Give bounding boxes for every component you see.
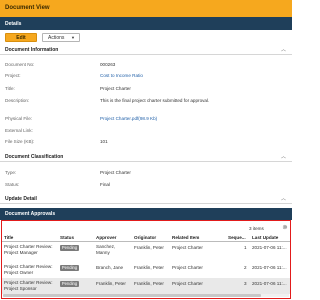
field-value: This is the final project charter submit… (100, 98, 210, 103)
cell-sequence: 3 (244, 281, 247, 286)
status-badge: Pending (60, 281, 79, 287)
approver-line: Manny (96, 250, 110, 255)
caret-down-icon: ▼ (71, 35, 75, 40)
field-label: Project: (5, 73, 21, 78)
details-header: Details (0, 17, 292, 30)
field-description: Description: This is the final project c… (0, 96, 292, 105)
field-label: Status: (5, 182, 20, 187)
title-line: Project Manager (4, 250, 38, 255)
details-title: Details (5, 21, 22, 27)
chevron-up-icon[interactable]: ︿ (281, 46, 286, 53)
field-external-link: External Link: (0, 126, 292, 135)
cell-sequence: 2 (244, 265, 247, 270)
field-project: Project: Cost to Income Ratio (0, 71, 292, 80)
edit-button[interactable]: Edit (5, 33, 37, 42)
field-label: Physical File: (5, 116, 33, 121)
document-classification-header[interactable]: Document Classification ︿ (0, 152, 292, 162)
field-label: Description: (5, 98, 30, 103)
items-count: 3 items (249, 226, 264, 231)
cell-title: Project Charter Review: Project Owner (4, 264, 53, 276)
document-classification-title: Document Classification (5, 154, 64, 160)
cell-related-item: Project Charter (172, 265, 203, 270)
document-approvals-header: Document Approvals (0, 208, 292, 220)
status-badge: Pending (60, 245, 79, 251)
column-header-title[interactable]: Title (4, 235, 13, 240)
cell-title: Project Charter Review: Project Sponsor (4, 280, 53, 292)
scrollbar-thumb[interactable] (3, 294, 261, 297)
cell-related-item: Project Charter (172, 281, 203, 286)
window-title-bar: Document View (0, 0, 292, 17)
approver-line: Franklin, Peter (96, 281, 126, 286)
approver-line: Branch, Jane (96, 265, 124, 270)
field-label: External Link: (5, 128, 33, 133)
field-value: Project Charter (100, 170, 131, 175)
cell-originator: Franklin, Peter (134, 281, 164, 286)
cell-last-update: 2021-07-06 11:... (252, 281, 287, 286)
column-header-originator[interactable]: Originator (134, 235, 156, 240)
field-label: Type: (5, 170, 17, 175)
actions-label: Actions (48, 35, 65, 41)
update-detail-header[interactable]: Update Detail ︿ (0, 194, 292, 204)
chevron-up-icon[interactable]: ︿ (281, 195, 286, 202)
table-row[interactable]: Project Charter Review: Project Manager … (2, 242, 290, 261)
document-information-header[interactable]: Document Information ︿ (0, 45, 292, 55)
cell-title: Project Charter Review: Project Manager (4, 244, 53, 256)
field-type: Type: Project Charter (0, 168, 292, 177)
field-label: File Size (KB): (5, 139, 35, 144)
chevron-up-icon[interactable]: ︿ (281, 153, 286, 160)
field-status: Status: Final (0, 180, 292, 189)
column-header-related-item[interactable]: Related Item (172, 235, 199, 240)
cell-last-update: 2021-07-06 11:... (252, 245, 287, 250)
field-title: Title: Project Charter (0, 84, 292, 93)
physical-file-link[interactable]: Project Charter.pdf(98.9 Kb) (100, 116, 157, 121)
cell-sequence: 1 (244, 245, 247, 250)
field-document-no: Document No: 000263 (0, 60, 292, 69)
cell-approver: Branch, Jane (96, 265, 123, 271)
field-physical-file: Physical File: Project Charter.pdf(98.9 … (0, 114, 292, 123)
window-title: Document View (5, 5, 50, 11)
cell-last-update: 2021-07-06 11:... (252, 265, 287, 270)
status-badge: Pending (60, 265, 79, 271)
field-file-size: File Size (KB): 101 (0, 137, 292, 146)
field-value: Project Charter (100, 86, 131, 91)
update-detail-title: Update Detail (5, 196, 37, 202)
field-value: 000263 (100, 62, 116, 67)
field-label: Document No: (5, 62, 35, 67)
gear-icon[interactable] (282, 224, 288, 230)
horizontal-scrollbar[interactable] (3, 294, 289, 297)
column-header-status[interactable]: Status (60, 235, 74, 240)
cell-related-item: Project Charter (172, 245, 203, 250)
field-value: Final (100, 182, 110, 187)
title-line: Project Sponsor (4, 286, 37, 291)
actions-dropdown[interactable]: Actions ▼ (42, 33, 80, 42)
cell-approver: Franklin, Peter (96, 281, 126, 287)
title-line: Project Owner (4, 270, 34, 275)
table-row[interactable]: Project Charter Review: Project Sponsor … (2, 278, 290, 294)
project-link[interactable]: Cost to Income Ratio (100, 73, 143, 78)
column-header-last-update[interactable]: Last Update (252, 235, 278, 240)
field-label: Title: (5, 86, 15, 91)
cell-originator: Franklin, Peter (134, 265, 164, 270)
document-approvals-title: Document Approvals (5, 211, 56, 217)
document-information-title: Document Information (5, 47, 59, 53)
column-header-sequence[interactable]: Seque... (228, 235, 246, 240)
field-value: 101 (100, 139, 108, 144)
cell-originator: Franklin, Peter (134, 245, 164, 250)
column-header-approver[interactable]: Approver (96, 235, 116, 240)
cell-approver: Sanchez, Manny (96, 244, 115, 256)
